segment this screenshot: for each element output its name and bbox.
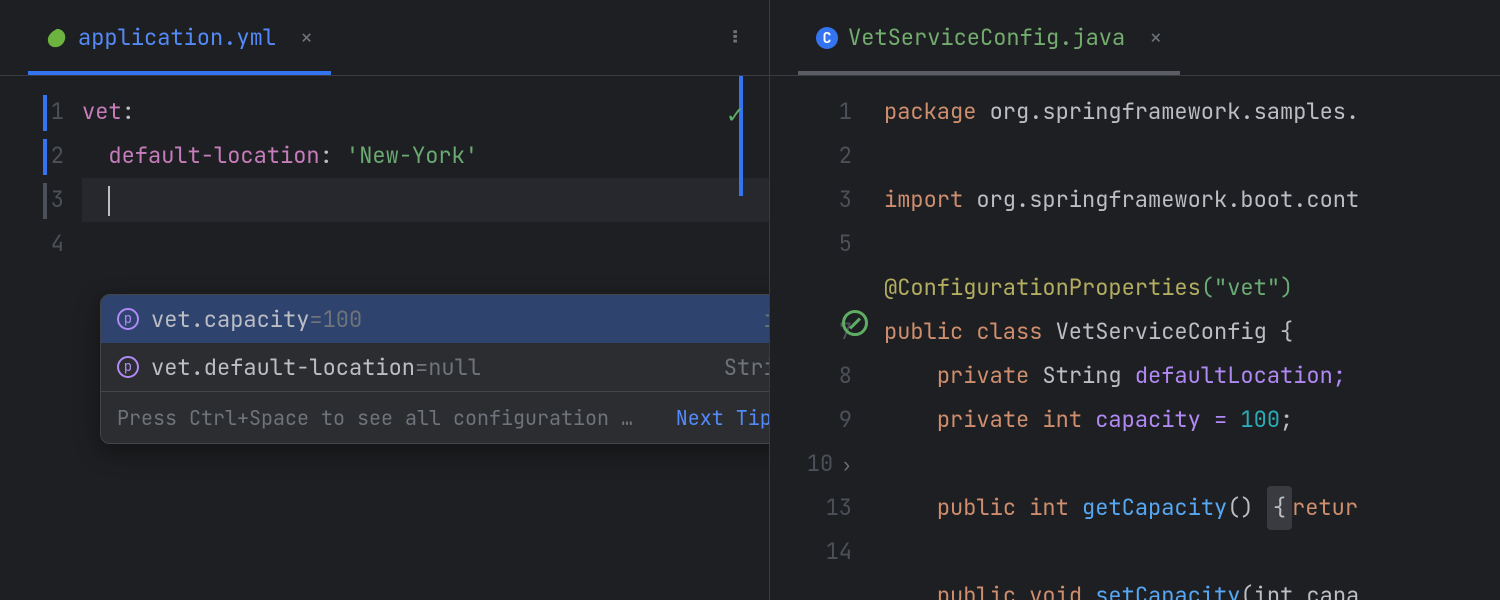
tab-active-indicator <box>28 71 331 75</box>
completion-hint: Press Ctrl+Space to see all configuratio… <box>117 405 633 431</box>
check-icon: ✓ <box>727 96 743 131</box>
tab-bar-left: application.yml × ⋯ <box>0 0 769 76</box>
fold-icon[interactable]: › <box>841 454 852 477</box>
completion-footer: Press Ctrl+Space to see all configuratio… <box>101 391 769 443</box>
close-icon[interactable]: × <box>300 23 313 52</box>
class-icon: C <box>816 27 838 49</box>
completion-item-default-location[interactable]: p vet.default-location=null String <box>101 343 769 391</box>
gutter-left: 1 2 3 4 <box>0 76 82 600</box>
tab-vetserviceconfig[interactable]: C VetServiceConfig.java × <box>798 0 1180 75</box>
close-icon[interactable]: × <box>1149 23 1162 52</box>
tab-label: VetServiceConfig.java <box>848 23 1125 52</box>
next-tip-link[interactable]: Next Tip <box>676 405 769 431</box>
code-area-right[interactable]: package org.springframework.samples. imp… <box>870 76 1500 600</box>
tab-application-yml[interactable]: application.yml × <box>28 0 331 75</box>
completion-popup: p vet.capacity=100 int p vet.default-loc… <box>100 294 769 444</box>
gutter-right: 1 2 3 5 7 8 9 10› 13 14 <box>770 76 870 600</box>
tab-indicator <box>798 71 1180 75</box>
property-icon: p <box>117 356 139 378</box>
caret <box>108 186 110 216</box>
no-entry-icon <box>842 310 868 336</box>
editor-right[interactable]: 1 2 3 5 7 8 9 10› 13 14 package org.spri… <box>770 76 1500 600</box>
tab-more-icon[interactable]: ⋯ <box>719 29 750 45</box>
change-marker <box>739 76 743 196</box>
completion-item-capacity[interactable]: p vet.capacity=100 int <box>101 295 769 343</box>
spring-icon <box>46 27 68 49</box>
editor-left[interactable]: 1 2 3 4 ✓ vet: default-location: 'New-Yo… <box>0 76 769 600</box>
property-icon: p <box>117 308 139 330</box>
tab-bar-right: C VetServiceConfig.java × <box>770 0 1500 76</box>
tab-label: application.yml <box>78 23 276 52</box>
